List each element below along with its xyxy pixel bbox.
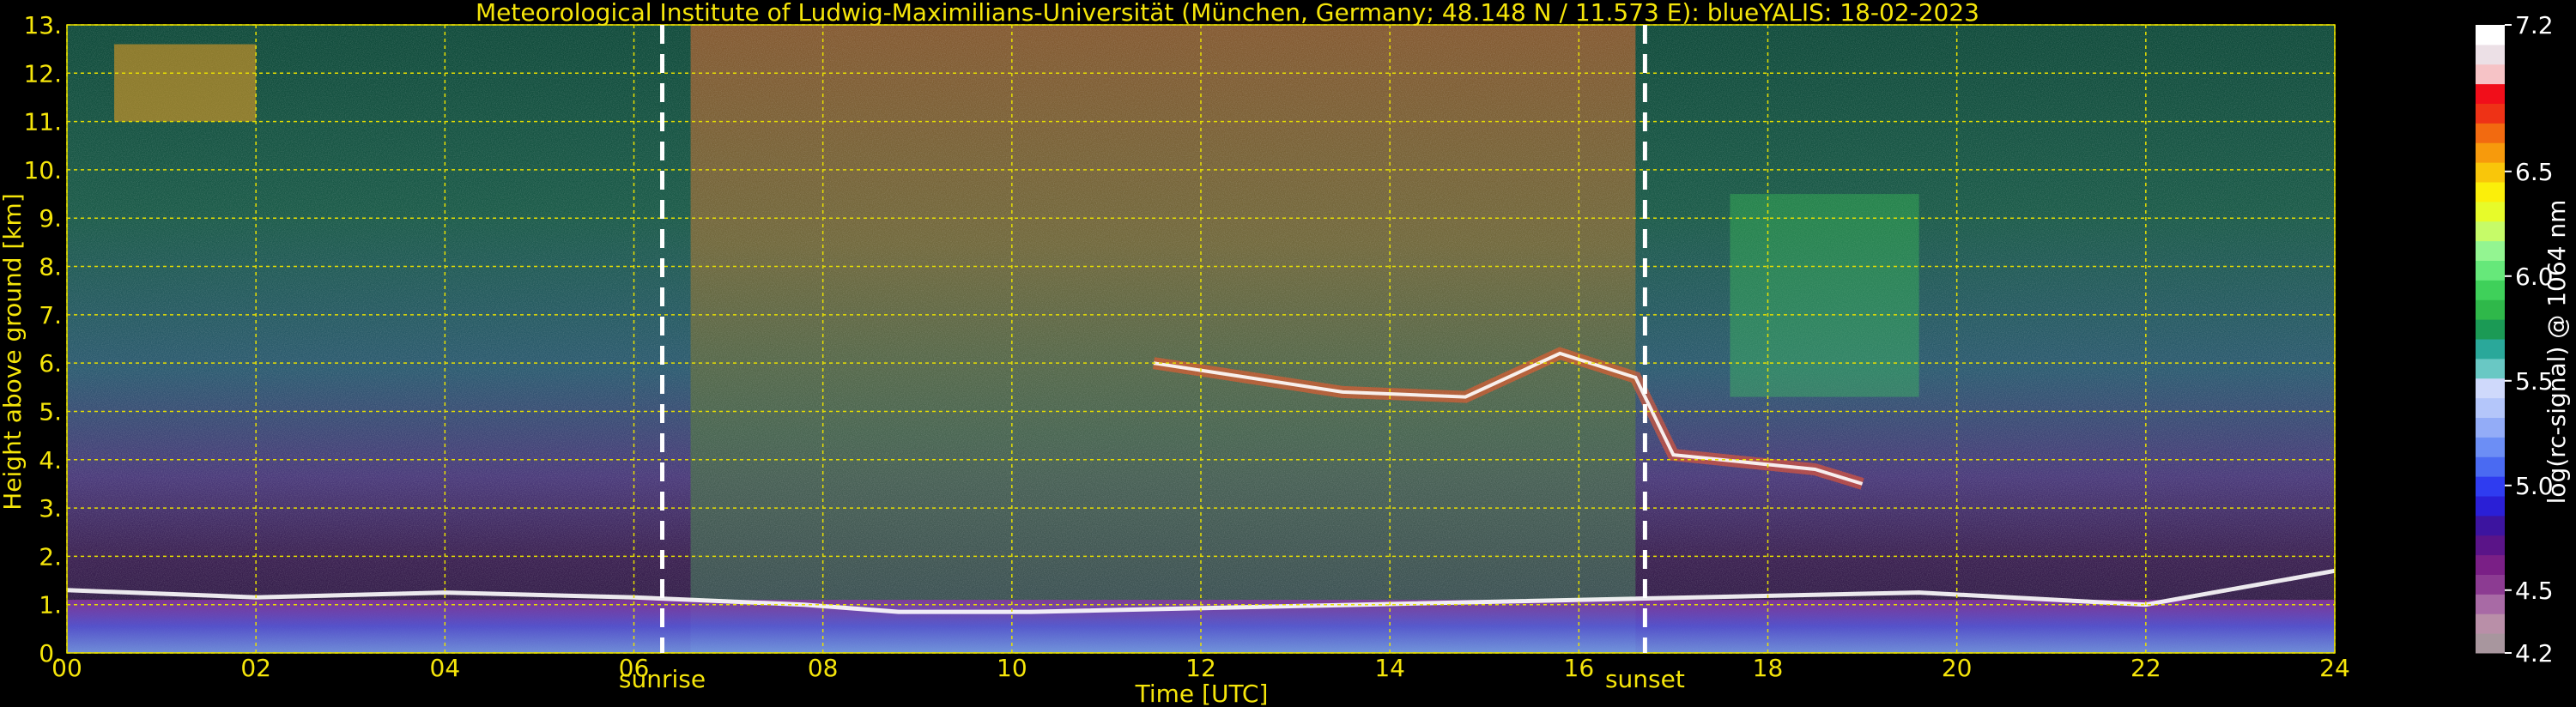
colorbar-tick-label: 4.5 bbox=[2515, 577, 2554, 605]
x-tick-label: 02 bbox=[240, 654, 271, 682]
lidar-chart: sunrise sunset Meteorological Institute o… bbox=[0, 0, 2571, 707]
y-tick-label: 11. bbox=[23, 108, 62, 136]
colorbar-swatch bbox=[2476, 496, 2505, 517]
colorbar-swatch bbox=[2476, 633, 2505, 654]
x-tick-label: 24 bbox=[2319, 654, 2350, 682]
x-tick-label: 10 bbox=[997, 654, 1027, 682]
y-tick-label: 1. bbox=[39, 591, 62, 619]
x-tick-label: 12 bbox=[1185, 654, 1216, 682]
colorbar-tick-label: 6.5 bbox=[2515, 158, 2554, 186]
colorbar-swatch bbox=[2476, 260, 2505, 281]
x-tick-label: 16 bbox=[1564, 654, 1595, 682]
colorbar-swatch bbox=[2476, 574, 2505, 595]
x-tick-label: 14 bbox=[1374, 654, 1405, 682]
y-tick-label: 4. bbox=[39, 446, 62, 474]
evening-cloud-plume bbox=[1730, 194, 1919, 397]
colorbar-swatch bbox=[2476, 456, 2505, 477]
x-tick-label: 06 bbox=[619, 654, 650, 682]
x-tick-label: 18 bbox=[1753, 654, 1784, 682]
colorbar-swatch bbox=[2476, 123, 2505, 143]
x-tick-label: 04 bbox=[430, 654, 461, 682]
colorbar-swatch bbox=[2476, 162, 2505, 183]
colorbar-swatch bbox=[2476, 280, 2505, 300]
y-tick-label: 8. bbox=[39, 253, 62, 281]
colorbar-swatch bbox=[2476, 358, 2505, 379]
colorbar-swatch bbox=[2476, 44, 2505, 65]
colorbar-tick-label: 4.2 bbox=[2515, 639, 2554, 668]
x-axis-label: Time [UTC] bbox=[1135, 680, 1269, 707]
colorbar-swatch bbox=[2476, 476, 2505, 497]
y-tick-label: 7. bbox=[39, 301, 62, 329]
y-tick-label: 12. bbox=[23, 59, 62, 88]
colorbar-swatch bbox=[2476, 319, 2505, 340]
x-tick-labels: 00 02 04 06 08 10 12 14 16 18 20 22 24 bbox=[52, 654, 2350, 682]
y-tick-label: 13. bbox=[23, 11, 62, 39]
colorbar-swatch bbox=[2476, 83, 2505, 104]
cirrus-patch bbox=[114, 44, 257, 122]
x-tick-label: 22 bbox=[2131, 654, 2161, 682]
y-tick-label: 5. bbox=[39, 397, 62, 426]
colorbar-swatch bbox=[2476, 182, 2505, 202]
signal-noise-texture bbox=[67, 25, 2335, 653]
colorbar-swatch bbox=[2476, 63, 2505, 85]
colorbar-swatch bbox=[2476, 299, 2505, 320]
colorbar-scale bbox=[2476, 25, 2505, 654]
colorbar-swatch bbox=[2476, 221, 2505, 242]
colorbar-swatch bbox=[2476, 103, 2505, 124]
colorbar-swatch bbox=[2476, 378, 2505, 399]
y-tick-label: 0. bbox=[39, 639, 62, 668]
x-tick-label: 08 bbox=[808, 654, 839, 682]
y-tick-label: 2. bbox=[39, 542, 62, 571]
colorbar-swatch bbox=[2476, 142, 2505, 163]
colorbar-tick-label: 7.2 bbox=[2515, 11, 2554, 39]
y-tick-label: 10. bbox=[23, 156, 62, 184]
y-axis-label: Height above ground [km] bbox=[0, 193, 27, 511]
colorbar-swatch bbox=[2476, 535, 2505, 556]
y-tick-label: 3. bbox=[39, 494, 62, 523]
plot-area: sunrise sunset bbox=[66, 24, 2336, 693]
colorbar-swatch bbox=[2476, 554, 2505, 575]
colorbar: 7.26.56.05.55.04.54.2 log(rc-signal) @ 1… bbox=[2476, 11, 2571, 668]
colorbar-label: log(rc-signal) @ 1064 nm bbox=[2543, 200, 2571, 505]
colorbar-swatch bbox=[2476, 339, 2505, 360]
colorbar-swatch bbox=[2476, 25, 2505, 45]
colorbar-swatch bbox=[2476, 417, 2505, 438]
colorbar-swatch bbox=[2476, 594, 2505, 614]
colorbar-swatch bbox=[2476, 397, 2505, 418]
y-tick-labels: 0. 1. 2. 3. 4. 5. 6. 7. 8. 9. 10. 11. 12. 13. bbox=[23, 11, 62, 668]
colorbar-swatch bbox=[2476, 201, 2505, 222]
y-tick-label: 6. bbox=[39, 349, 62, 378]
y-tick-label: 9. bbox=[39, 204, 62, 233]
colorbar-swatch bbox=[2476, 240, 2505, 261]
chart-title: Meteorological Institute of Ludwig-Maxim… bbox=[476, 0, 1979, 27]
colorbar-swatch bbox=[2476, 613, 2505, 634]
colorbar-swatch bbox=[2476, 515, 2505, 536]
colorbar-swatch bbox=[2476, 437, 2505, 457]
sun-marker-label: sunset bbox=[1605, 665, 1685, 693]
x-tick-label: 20 bbox=[1942, 654, 1973, 682]
